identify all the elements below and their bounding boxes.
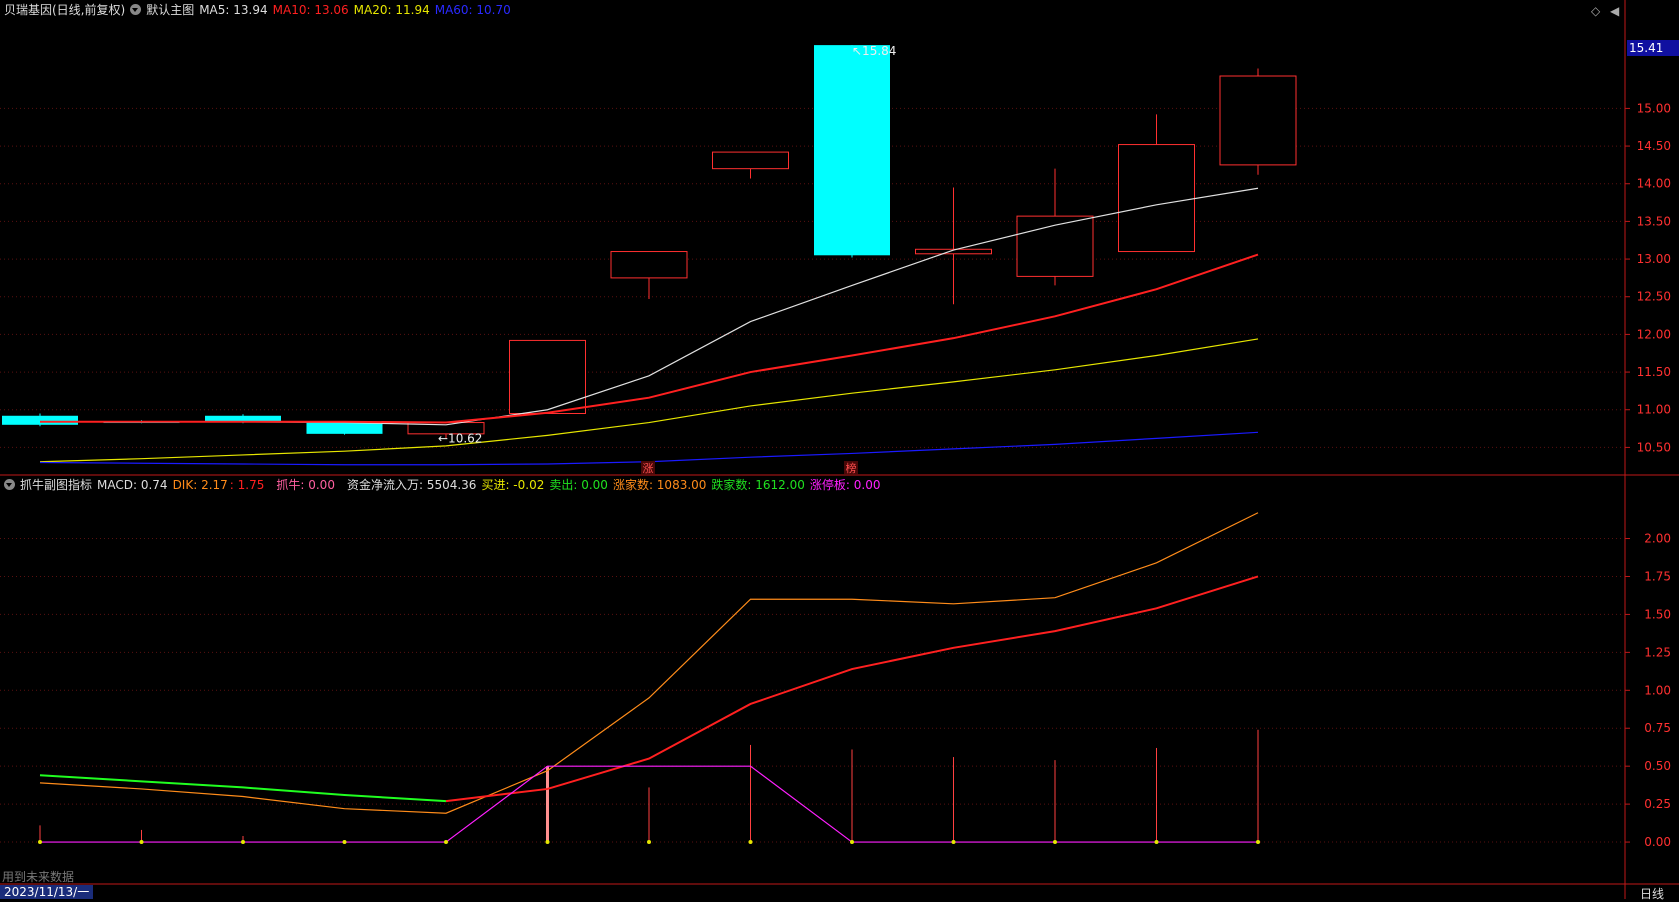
zero-marker-dot — [748, 840, 753, 845]
zero-marker-dot — [545, 840, 550, 845]
period-label[interactable]: 日线 — [1640, 885, 1664, 902]
ma10-readout: MA10: 13.06 — [272, 3, 349, 17]
chevron-down-icon[interactable] — [4, 479, 15, 490]
zero-marker-dot — [444, 840, 448, 845]
ma60-line — [39, 431, 1259, 466]
indicator-tick-label: 0.00 — [1644, 835, 1671, 849]
price-tick-label: 13.50 — [1637, 214, 1671, 228]
high-price-marker: ↖15.84 — [852, 44, 896, 58]
ma20-readout: MA20: 11.94 — [353, 3, 430, 17]
dea-line-early — [39, 774, 447, 803]
price-tick-label: 11.50 — [1637, 365, 1671, 379]
zero-marker-dot — [1256, 840, 1260, 845]
price-tick-label: 10.50 — [1637, 440, 1671, 454]
buy-readout: 买进: -0.02 — [481, 478, 545, 492]
indicator-tick-label: 0.75 — [1644, 721, 1671, 735]
price-tick-label: 12.00 — [1637, 327, 1671, 341]
sub-chart-header: 抓牛副图指标 MACD: 0.74 DIK: 2.17: 1.75 抓牛: 0.00 资… — [4, 477, 885, 493]
zero-marker-dot — [38, 840, 42, 845]
zero-marker-dot — [951, 840, 956, 845]
macd-bar — [851, 749, 853, 843]
macd-bar — [953, 757, 954, 843]
price-tick-label: 11.00 — [1637, 403, 1671, 417]
chevron-down-icon[interactable] — [130, 4, 142, 15]
zero-marker-dot — [342, 840, 347, 845]
template-label[interactable]: 默认主图 — [146, 3, 194, 17]
candle-body-up — [1219, 75, 1297, 166]
price-tick-label: 14.00 — [1637, 177, 1671, 191]
indicator-tick-label: 1.75 — [1644, 569, 1671, 583]
macd-bar — [1054, 760, 1056, 843]
dik2-readout: : 1.75 — [229, 478, 265, 492]
current-price-tag: 15.41 — [1627, 40, 1679, 56]
zhuaniu-readout: 抓牛: 0.00 — [276, 478, 335, 492]
indicator-tick-label: 0.25 — [1644, 797, 1671, 811]
stock-title[interactable]: 贝瑞基因(日线,前复权) — [4, 3, 125, 17]
price-tick-label: 13.00 — [1637, 252, 1671, 266]
macd-bar — [546, 766, 549, 843]
chevron-left-icon[interactable]: ◀ — [1610, 4, 1619, 18]
limit-up-readout: 涨停板: 0.00 — [809, 478, 881, 492]
zero-marker-dot — [850, 840, 854, 845]
indicator-tick-label: 1.00 — [1644, 683, 1671, 697]
diamond-icon[interactable]: ◇ — [1591, 4, 1600, 18]
candle-body-up — [610, 251, 688, 279]
stock-chart[interactable]: 10.50 11.00 11.50 12.00 12.50 13.00 13.50 14.00… — [0, 0, 1679, 899]
macd-bar — [648, 787, 650, 843]
price-tick-label: 14.50 — [1637, 139, 1671, 153]
main-chart-header: 贝瑞基因(日线,前复权) 默认主图 MA5: 13.94 MA10: 13.06 MA2… — [4, 2, 516, 18]
dik-readout: DIK: 2.17 — [172, 478, 228, 492]
macd-bar — [750, 744, 751, 843]
zero-marker-dot — [1154, 840, 1159, 845]
ma60-readout: MA60: 10.70 — [434, 3, 511, 17]
indicator-title[interactable]: 抓牛副图指标 — [20, 478, 92, 492]
list-tag: 榜 — [846, 461, 857, 475]
cursor-date: 2023/11/13/一 — [0, 885, 94, 899]
ma5-readout: MA5: 13.94 — [199, 3, 268, 17]
indicator-tick-label: 2.00 — [1644, 532, 1671, 546]
net-inflow-readout: 资金净流入万: 5504.36 — [346, 478, 477, 492]
zero-marker-dot — [241, 840, 245, 845]
up-count-readout: 涨家数: 1083.00 — [612, 478, 707, 492]
price-tick-label: 15.00 — [1637, 101, 1671, 115]
candle-body-down — [2, 415, 78, 425]
candle-body-up — [712, 151, 789, 170]
future-data-note: 用到未来数据 — [2, 870, 75, 884]
candle-body-up — [1118, 144, 1195, 253]
zero-marker-dot — [139, 840, 144, 845]
indicator-tick-label: 1.25 — [1644, 645, 1671, 659]
price-tick-label: 12.50 — [1637, 290, 1671, 304]
down-count-readout: 跌家数: 1612.00 — [711, 478, 805, 492]
macd-bar — [39, 825, 41, 843]
sell-readout: 卖出: 0.00 — [549, 478, 608, 492]
candle-body-down — [306, 422, 383, 434]
zero-marker-dot — [1053, 840, 1057, 845]
macd-bar — [1257, 729, 1259, 843]
candle-body-up — [509, 339, 586, 414]
indicator-tick-label: 1.50 — [1644, 607, 1671, 621]
dik-line — [39, 512, 1259, 814]
indicator-tick-label: 0.50 — [1644, 759, 1671, 773]
macd-readout: MACD: 0.74 — [97, 478, 168, 492]
low-price-marker: ←10.62 — [438, 431, 482, 445]
rise-tag: 涨 — [643, 462, 654, 475]
candle-body-down — [814, 45, 890, 256]
macd-bar — [1156, 747, 1157, 843]
zero-marker-dot — [647, 840, 651, 845]
